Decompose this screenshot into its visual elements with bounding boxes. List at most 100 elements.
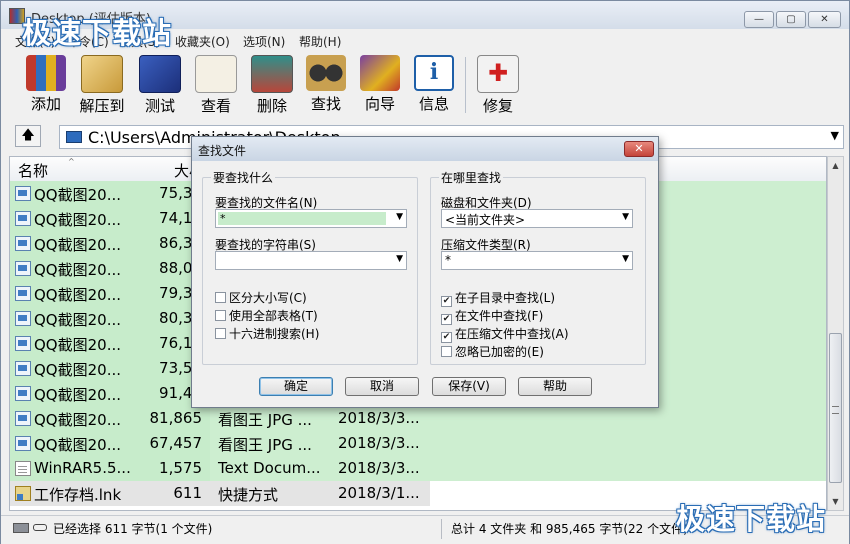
test-label: 测试 <box>144 97 175 115</box>
archive-type-value: * <box>445 253 451 267</box>
ignore-encrypted-label: 忽略已加密的(E) <box>455 345 544 359</box>
file-name: QQ截图20... <box>34 286 122 304</box>
checkbox-box[interactable]: ✔ <box>441 332 452 343</box>
table-row[interactable]: QQ截图20... 67,457 看图王 JPG ... 2018/3/3... <box>10 431 826 456</box>
image-file-icon <box>15 186 31 201</box>
extract-button[interactable]: 解压到 <box>75 53 129 117</box>
in-files-label: 在文件中查找(F) <box>455 309 544 323</box>
chevron-down-icon[interactable]: ▼ <box>396 212 403 222</box>
close-button[interactable]: ✕ <box>808 11 841 28</box>
wizard-label: 向导 <box>364 95 395 113</box>
file-name: 工作存档.lnk <box>34 486 122 504</box>
menu-favorites[interactable]: 收藏夹(O) <box>175 33 230 50</box>
file-name: QQ截图20... <box>34 361 122 379</box>
sort-ascending-icon: ^ <box>68 157 75 166</box>
checkbox-box[interactable] <box>215 328 226 339</box>
save-button[interactable]: 保存(V) <box>432 377 506 396</box>
all-tables-checkbox[interactable]: 使用全部表格(T) <box>215 307 318 324</box>
file-name: WinRAR5.5... <box>34 459 131 477</box>
file-name: QQ截图20... <box>34 436 122 454</box>
repair-button[interactable]: ✚ 修复 <box>471 53 525 117</box>
info-icon: i <box>414 55 454 91</box>
info-label: 信息 <box>418 95 449 113</box>
checkbox-box[interactable]: ✔ <box>441 314 452 325</box>
drive-icon[interactable] <box>13 523 29 533</box>
file-date: 2018/3/1... <box>338 484 420 502</box>
file-size: 1,575 <box>159 459 202 477</box>
find-files-dialog: 查找文件 ✕ 要查找什么 要查找的文件名(N) * ▼ 要查找的字符串(S) ▼… <box>191 136 659 408</box>
text-file-icon <box>15 461 31 476</box>
chevron-down-icon[interactable]: ▼ <box>622 212 629 222</box>
view-label: 查看 <box>200 97 231 115</box>
file-type: 看图王 JPG ... <box>218 411 312 429</box>
up-folder-button[interactable]: 🡅 <box>15 125 41 147</box>
string-combobox[interactable]: ▼ <box>215 251 407 270</box>
dialog-title-bar[interactable]: 查找文件 ✕ <box>192 137 658 161</box>
table-row[interactable]: QQ截图20... 81,865 看图王 JPG ... 2018/3/3... <box>10 406 826 431</box>
chevron-down-icon[interactable]: ▼ <box>831 129 839 142</box>
file-size: 81,865 <box>149 409 203 427</box>
filename-combobox[interactable]: * ▼ <box>215 209 407 228</box>
find-button[interactable]: 查找 <box>299 53 353 117</box>
maximize-button[interactable]: ▢ <box>776 11 806 28</box>
checkbox-box[interactable] <box>215 310 226 321</box>
view-button[interactable]: 查看 <box>189 53 243 117</box>
info-button[interactable]: i 信息 <box>407 53 461 117</box>
view-icon <box>195 55 237 93</box>
disk-folder-value: <当前文件夹> <box>445 213 526 227</box>
watermark-top: 极速下载站 <box>22 16 173 50</box>
status-total: 总计 4 文件夹 和 985,465 字节(22 个文件) <box>451 522 688 536</box>
file-name: QQ截图20... <box>34 261 122 279</box>
image-file-icon <box>15 236 31 251</box>
image-file-icon <box>15 436 31 451</box>
checkbox-box[interactable] <box>441 346 452 357</box>
menu-options[interactable]: 选项(N) <box>243 33 285 50</box>
chevron-down-icon[interactable]: ▼ <box>622 254 629 264</box>
chevron-down-icon[interactable]: ▼ <box>396 254 403 264</box>
case-sensitive-label: 区分大小写(C) <box>229 291 307 305</box>
repair-icon: ✚ <box>477 55 519 93</box>
file-name: QQ截图20... <box>34 236 122 254</box>
subdirectories-checkbox[interactable]: ✔ 在子目录中查找(L) <box>441 289 555 307</box>
checkbox-box[interactable]: ✔ <box>441 296 452 307</box>
dialog-close-button[interactable]: ✕ <box>624 141 654 157</box>
wizard-button[interactable]: 向导 <box>353 53 407 117</box>
add-button[interactable]: 添加 <box>19 53 73 117</box>
file-name: QQ截图20... <box>34 411 122 429</box>
watermark-bottom: 极速下载站 <box>676 502 827 536</box>
menu-help[interactable]: 帮助(H) <box>299 33 341 50</box>
archive-type-combobox[interactable]: * ▼ <box>441 251 633 270</box>
minimize-button[interactable]: — <box>744 11 774 28</box>
key-icon[interactable] <box>33 524 47 531</box>
scroll-up-arrow[interactable]: ▲ <box>828 157 843 174</box>
add-label: 添加 <box>30 95 61 113</box>
ignore-encrypted-checkbox[interactable]: 忽略已加密的(E) <box>441 343 544 360</box>
checkbox-box[interactable] <box>215 292 226 303</box>
file-type: 看图王 JPG ... <box>218 436 312 454</box>
image-file-icon <box>15 386 31 401</box>
delete-button[interactable]: 删除 <box>245 53 299 117</box>
scroll-grip <box>832 406 839 414</box>
disk-folder-combobox[interactable]: <当前文件夹> ▼ <box>441 209 633 228</box>
test-button[interactable]: 测试 <box>133 53 187 117</box>
scroll-down-arrow[interactable]: ▼ <box>828 493 843 510</box>
file-name: QQ截图20... <box>34 311 122 329</box>
cancel-button[interactable]: 取消 <box>345 377 419 396</box>
in-files-checkbox[interactable]: ✔ 在文件中查找(F) <box>441 307 543 325</box>
column-header-name[interactable]: 名称 <box>18 160 48 181</box>
toolbar-separator <box>465 57 466 113</box>
hex-search-checkbox[interactable]: 十六进制搜索(H) <box>215 325 319 342</box>
scroll-thumb[interactable] <box>829 333 842 483</box>
what-group-title: 要查找什么 <box>211 169 276 186</box>
status-divider <box>441 519 442 539</box>
file-size: 611 <box>173 484 202 502</box>
help-button[interactable]: 帮助 <box>518 377 592 396</box>
file-name: QQ截图20... <box>34 186 122 204</box>
case-sensitive-checkbox[interactable]: 区分大小写(C) <box>215 289 307 306</box>
vertical-scrollbar[interactable]: ▲ ▼ <box>827 156 844 511</box>
repair-label: 修复 <box>482 97 513 115</box>
table-row[interactable]: WinRAR5.5... 1,575 Text Docum... 2018/3/3..… <box>10 456 826 481</box>
ok-button[interactable]: 确定 <box>259 377 333 396</box>
in-archives-checkbox[interactable]: ✔ 在压缩文件中查找(A) <box>441 325 569 343</box>
extract-icon <box>81 55 123 93</box>
